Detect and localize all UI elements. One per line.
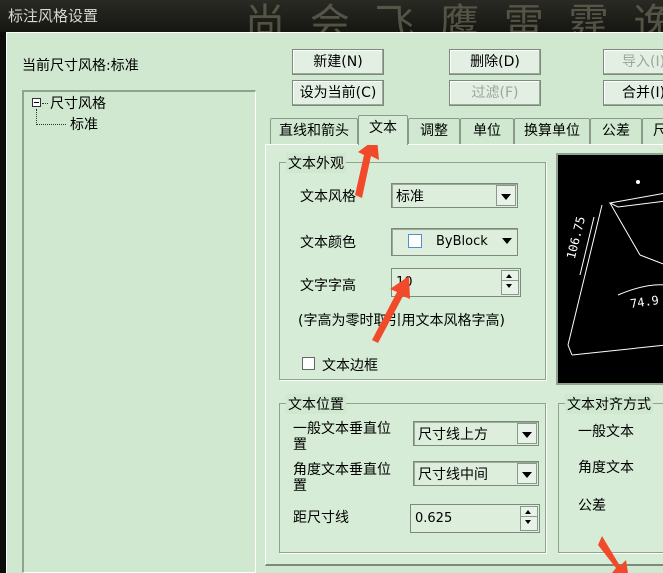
general-vertical-label: 一般文本垂直位置 [293, 421, 391, 453]
preview-pane: 106.75 74.9 [556, 153, 663, 385]
tab-line-arrow[interactable]: 直线和箭头 [270, 118, 358, 144]
new-button[interactable]: 新建(N) [292, 49, 384, 75]
current-style-value: 标准 [110, 58, 139, 74]
set-current-button[interactable]: 设为当前(C) [292, 80, 384, 106]
offset-value[interactable]: 0.625 [415, 511, 452, 526]
text-border-label: 文本边框 [322, 358, 378, 374]
tree-connector [42, 103, 48, 104]
text-style-select[interactable]: 标准 [391, 183, 518, 208]
tab-tolerance[interactable]: 公差 [590, 118, 642, 144]
preview-drawing [567, 180, 663, 356]
spin-down-icon[interactable] [520, 516, 538, 531]
chevron-down-icon[interactable] [517, 463, 537, 484]
tree-item-root[interactable]: 尺寸风格 [50, 93, 106, 113]
alignment-tolerance-label: 公差 [578, 498, 606, 514]
tab-text[interactable]: 文本 [358, 115, 408, 145]
text-height-label: 文字字高 [300, 278, 356, 294]
text-color-label: 文本颜色 [300, 235, 356, 251]
angle-vertical-select[interactable]: 尺寸线中间 [413, 461, 539, 486]
current-style-label: 当前尺寸风格:标准 [22, 58, 139, 74]
tree-connector [36, 124, 66, 125]
tab-more[interactable]: 尺 [642, 118, 663, 144]
alignment-general-label: 一般文本 [578, 424, 634, 440]
text-style-label: 文本风格 [300, 189, 356, 205]
spin-down-icon[interactable] [501, 280, 519, 295]
chevron-down-icon[interactable] [517, 423, 537, 444]
window-title: 标注风格设置 [8, 7, 99, 25]
chevron-down-icon[interactable] [496, 185, 516, 206]
chevron-down-icon[interactable] [498, 230, 516, 254]
text-alignment-title: 文本对齐方式 [565, 394, 653, 414]
title-bar: 尚 会 飞 鹰 雷 霆 逸 标注风格设置 [0, 0, 663, 44]
tab-units[interactable]: 单位 [460, 118, 514, 144]
offset-label: 距尺寸线 [293, 510, 349, 526]
text-height-value[interactable]: 10 [396, 275, 413, 290]
alignment-angle-label: 角度文本 [578, 460, 634, 476]
general-vertical-select[interactable]: 尺寸线上方 [413, 421, 539, 446]
tab-adjust[interactable]: 调整 [408, 118, 460, 144]
tree-connector [36, 109, 37, 125]
text-position-title: 文本位置 [286, 394, 346, 414]
import-button[interactable]: 导入(I) [603, 49, 663, 75]
text-height-note: (字高为零时取引用文本风格字高) [298, 313, 505, 329]
text-appearance-title: 文本外观 [286, 153, 346, 173]
collapse-icon[interactable] [32, 98, 41, 107]
tab-alt-units[interactable]: 换算单位 [514, 118, 590, 144]
delete-button[interactable]: 删除(D) [449, 49, 541, 75]
color-swatch-icon [408, 234, 422, 248]
filter-button[interactable]: 过滤(F) [449, 80, 541, 106]
tree-item-standard[interactable]: 标准 [70, 114, 98, 134]
offset-spinner[interactable]: 0.625 [410, 504, 540, 533]
angle-vertical-label: 角度文本垂直位置 [293, 462, 391, 494]
text-border-checkbox[interactable] [302, 357, 315, 370]
style-tree[interactable]: 尺寸风格 标准 [22, 90, 256, 573]
merge-button[interactable]: 合并(I) [603, 80, 663, 106]
text-color-select[interactable]: ByBlock [391, 228, 518, 256]
text-height-spinner[interactable]: 10 [391, 268, 521, 297]
